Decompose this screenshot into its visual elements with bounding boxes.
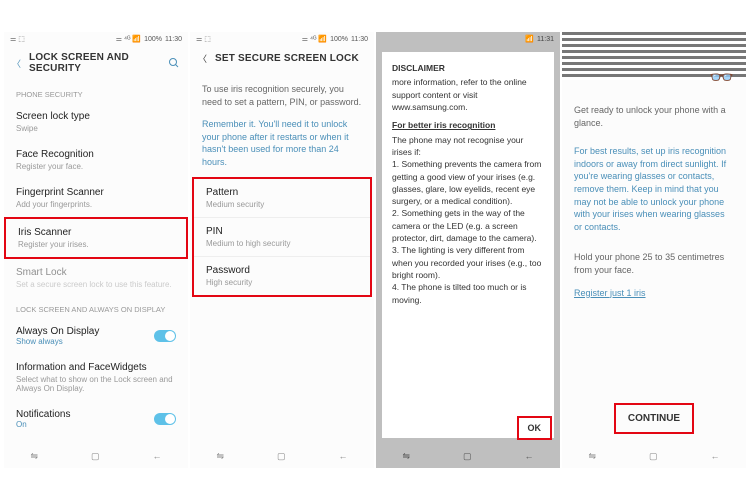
disclaimer-point-2: 2. Something gets in the way of the came… xyxy=(392,207,544,244)
ok-button[interactable]: OK xyxy=(519,418,551,438)
section-lock-aod: LOCK SCREEN AND ALWAYS ON DISPLAY xyxy=(4,297,188,318)
distance-text: Hold your phone 25 to 35 centimetres fro… xyxy=(562,241,746,286)
row-smart-lock[interactable]: Smart Lock Set a secure screen lock to u… xyxy=(4,259,188,297)
nav-recent-icon[interactable]: ⇋ xyxy=(588,451,596,462)
instruction-text: To use iris recognition securely, you ne… xyxy=(190,73,374,118)
row-notifications[interactable]: Notifications On xyxy=(4,401,188,437)
disclaimer-point-1: 1. Something prevents the camera from ge… xyxy=(392,158,544,207)
nav-back-icon[interactable]: ← xyxy=(152,451,161,461)
iris-animation-strip: 👓 xyxy=(562,32,746,80)
row-iris-scanner[interactable]: Iris Scanner Register your irises. xyxy=(4,217,188,259)
register-one-iris-link[interactable]: Register just 1 iris xyxy=(562,287,746,310)
status-bar: ⚌ ⬚ ⚌ ⁴ᴳ 📶 100% 11:30 xyxy=(4,32,188,46)
disclaimer-heading: DISCLAIMER xyxy=(392,62,544,74)
screen-iris-setup: 👓 Get ready to unlock your phone with a … xyxy=(562,32,746,468)
row-always-on-display[interactable]: Always On Display Show always xyxy=(4,318,188,354)
nav-back-icon[interactable]: ← xyxy=(338,451,347,461)
battery-level: 100% xyxy=(330,36,348,43)
disclaimer-intro: more information, refer to the online su… xyxy=(392,76,544,113)
nav-back-icon[interactable]: ← xyxy=(524,451,533,461)
search-icon[interactable] xyxy=(168,57,180,69)
nav-bar: ⇋ ▢ ← xyxy=(562,444,746,468)
nav-recent-icon[interactable]: ⇋ xyxy=(216,451,224,462)
disclaimer-subheading: For better iris recognition xyxy=(392,119,544,131)
battery-level: 100% xyxy=(144,36,162,43)
nav-home-icon[interactable]: ▢ xyxy=(463,451,472,462)
clock: 11:30 xyxy=(351,36,368,43)
page-title: SET SECURE SCREEN LOCK xyxy=(215,53,366,64)
nav-home-icon[interactable]: ▢ xyxy=(649,451,658,462)
page-title: LOCK SCREEN AND SECURITY xyxy=(29,52,160,74)
clock: 11:30 xyxy=(165,36,182,43)
row-pin[interactable]: PIN Medium to high security xyxy=(194,218,370,256)
row-screen-lock-type[interactable]: Screen lock type Swipe xyxy=(4,103,188,141)
row-pattern[interactable]: Pattern Medium security xyxy=(194,179,370,217)
intro-text: Get ready to unlock your phone with a gl… xyxy=(562,94,746,139)
glasses-icon: 👓 xyxy=(709,65,734,90)
status-bar: 📶 11:31 xyxy=(376,32,560,46)
tips-text: For best results, set up iris recognitio… xyxy=(562,139,746,241)
screen-set-secure-lock: ⚌ ⬚ ⚌ ⁴ᴳ 📶 100% 11:30 〈 SET SECURE SCREE… xyxy=(190,32,374,468)
status-left-icons: ⚌ ⬚ xyxy=(10,35,25,43)
signal-icon: 📶 xyxy=(525,35,534,43)
nav-back-icon[interactable]: ← xyxy=(710,451,719,461)
disclaimer-point-4: 4. The phone is tilted too much or is mo… xyxy=(392,281,544,306)
signal-icon: ⚌ ⁴ᴳ 📶 xyxy=(116,35,141,43)
status-left-icons: ⚌ ⬚ xyxy=(196,35,211,43)
status-bar: ⚌ ⬚ ⚌ ⁴ᴳ 📶 100% 11:30 xyxy=(190,32,374,46)
row-password[interactable]: Password High security xyxy=(194,257,370,295)
reminder-text: Remember it. You'll need it to unlock yo… xyxy=(190,118,374,176)
nav-bar: ⇋ ▢ ← xyxy=(376,444,560,468)
screen-disclaimer: 📶 11:31 DISCLAIMER more information, ref… xyxy=(376,32,560,468)
row-info-facewidgets[interactable]: Information and FaceWidgets Select what … xyxy=(4,354,188,401)
screen-lock-security: ⚌ ⬚ ⚌ ⁴ᴳ 📶 100% 11:30 〈 LOCK SCREEN AND … xyxy=(4,32,188,468)
nav-bar: ⇋ ▢ ← xyxy=(4,444,188,468)
clock: 11:31 xyxy=(537,36,554,43)
row-fingerprint-scanner[interactable]: Fingerprint Scanner Add your fingerprint… xyxy=(4,179,188,217)
back-icon[interactable]: 〈 xyxy=(12,57,21,70)
nav-home-icon[interactable]: ▢ xyxy=(91,451,100,462)
toggle-notifications[interactable] xyxy=(154,413,176,425)
back-icon[interactable]: 〈 xyxy=(198,52,207,65)
signal-icon: ⚌ ⁴ᴳ 📶 xyxy=(302,35,327,43)
disclaimer-lead: The phone may not recognise your irises … xyxy=(392,134,544,159)
toggle-aod[interactable] xyxy=(154,330,176,342)
nav-recent-icon[interactable]: ⇋ xyxy=(402,451,410,462)
nav-home-icon[interactable]: ▢ xyxy=(277,451,286,462)
nav-recent-icon[interactable]: ⇋ xyxy=(30,451,38,462)
continue-button[interactable]: CONTINUE xyxy=(614,403,694,434)
disclaimer-dialog: DISCLAIMER more information, refer to th… xyxy=(382,52,554,438)
section-phone-security: PHONE SECURITY xyxy=(4,82,188,103)
disclaimer-point-3: 3. The lighting is very different from w… xyxy=(392,244,544,281)
row-face-recognition[interactable]: Face Recognition Register your face. xyxy=(4,141,188,179)
nav-bar: ⇋ ▢ ← xyxy=(190,444,374,468)
